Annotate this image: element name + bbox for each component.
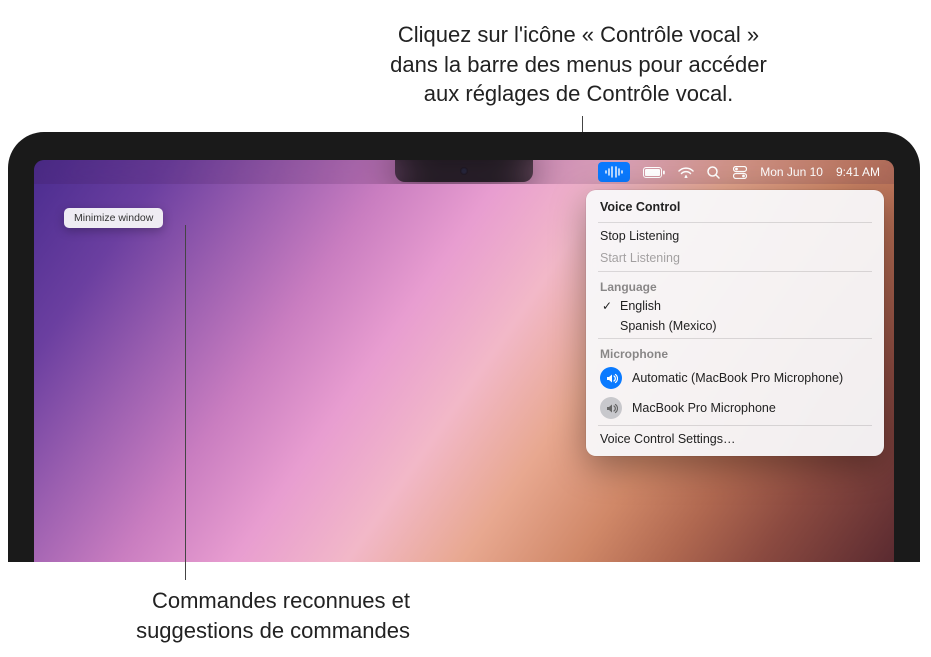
spotlight-icon[interactable] [707, 160, 720, 184]
menu-bar: Mon Jun 10 9:41 AM [34, 160, 894, 184]
control-center-icon[interactable] [733, 160, 747, 184]
annotation-line: aux réglages de Contrôle vocal. [390, 79, 767, 109]
menubar-date[interactable]: Mon Jun 10 [760, 165, 823, 179]
microphone-item-automatic[interactable]: Automatic (MacBook Pro Microphone) [586, 363, 884, 393]
separator [598, 222, 872, 223]
voice-control-settings-item[interactable]: Voice Control Settings… [586, 428, 884, 450]
annotation-bottom: Commandes reconnues et suggestions de co… [50, 586, 410, 645]
command-text: Minimize window [74, 212, 153, 224]
speaker-icon [600, 367, 622, 389]
annotation-leader-line [185, 225, 186, 580]
voice-control-menu: Voice Control Stop Listening Start Liste… [586, 190, 884, 456]
checkmark-icon: ✓ [600, 299, 614, 313]
separator [598, 338, 872, 339]
language-item-spanish[interactable]: Spanish (Mexico) [586, 316, 884, 336]
wifi-icon[interactable] [678, 160, 694, 184]
language-item-english[interactable]: ✓ English [586, 296, 884, 316]
menu-title: Voice Control [586, 196, 884, 220]
voice-control-menubar-icon[interactable] [598, 162, 630, 182]
language-name: English [620, 299, 661, 313]
annotation-line: suggestions de commandes [50, 616, 410, 646]
annotation-top: Cliquez sur l'icône « Contrôle vocal » d… [390, 20, 767, 109]
speaker-icon [600, 397, 622, 419]
microphone-item-macbook[interactable]: MacBook Pro Microphone [586, 393, 884, 423]
microphone-name: Automatic (MacBook Pro Microphone) [632, 371, 843, 385]
desktop-screen: Mon Jun 10 9:41 AM Minimize window Voice… [34, 160, 894, 562]
language-section-label: Language [586, 274, 884, 296]
annotation-line: dans la barre des menus pour accéder [390, 50, 767, 80]
annotation-line: Cliquez sur l'icône « Contrôle vocal » [390, 20, 767, 50]
microphone-name: MacBook Pro Microphone [632, 401, 776, 415]
separator [598, 271, 872, 272]
laptop-bezel: Mon Jun 10 9:41 AM Minimize window Voice… [8, 132, 920, 562]
microphone-section-label: Microphone [586, 341, 884, 363]
start-listening-item: Start Listening [586, 247, 884, 269]
separator [598, 425, 872, 426]
menubar-time[interactable]: 9:41 AM [836, 165, 880, 179]
battery-icon[interactable] [643, 160, 665, 184]
annotation-line: Commandes reconnues et [50, 586, 410, 616]
language-name: Spanish (Mexico) [620, 319, 717, 333]
recognized-command-bubble: Minimize window [64, 208, 163, 228]
stop-listening-item[interactable]: Stop Listening [586, 225, 884, 247]
